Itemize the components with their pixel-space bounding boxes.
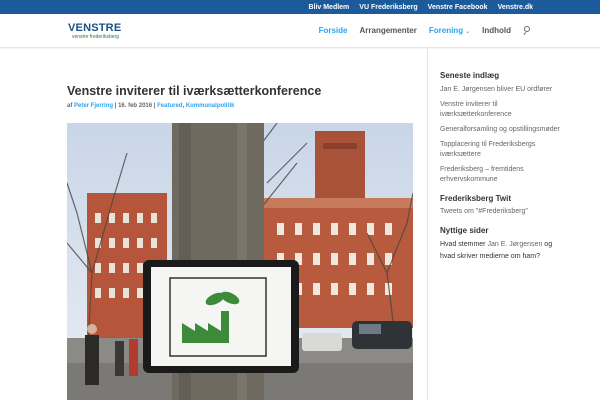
post-meta: af Peter Fjerring | 16. feb 2016 | Featu… bbox=[67, 103, 234, 109]
useful-pages-line1: Hvad stemmer bbox=[440, 241, 486, 248]
site-logo[interactable]: VENSTRE venstre frederiksberg bbox=[68, 22, 122, 41]
category-link-kommunalpolitik[interactable]: Kommunalpolitik bbox=[186, 103, 235, 109]
top-links: Bliv Medlem VU Frederiksberg Venstre Fac… bbox=[308, 0, 533, 14]
nav-forening[interactable]: Forening ⌄ bbox=[429, 26, 470, 35]
meta-comma: , bbox=[182, 103, 185, 109]
link-bliv-medlem[interactable]: Bliv Medlem bbox=[308, 4, 349, 11]
link-venstre-dk[interactable]: Venstre.dk bbox=[498, 4, 533, 11]
recent-post-link[interactable]: Topplacering til Frederiksbergs iværksæt… bbox=[440, 140, 560, 160]
featured-image bbox=[67, 123, 413, 400]
recent-post-link[interactable]: Venstre inviterer til iværksætterkonfere… bbox=[440, 100, 560, 120]
link-venstre-facebook[interactable]: Venstre Facebook bbox=[428, 4, 488, 11]
category-link-featured[interactable]: Featured bbox=[157, 103, 182, 109]
site-header: VENSTRE venstre frederiksberg Forside Ar… bbox=[0, 14, 600, 48]
meta-separator: | bbox=[153, 103, 156, 109]
twitter-widget-text[interactable]: Tweets om "#Frederiksberg" bbox=[440, 207, 560, 217]
nav-arrangementer[interactable]: Arrangementer bbox=[360, 26, 417, 35]
post-title[interactable]: Venstre inviterer til iværksætterkonfere… bbox=[67, 84, 321, 98]
meta-prefix: af bbox=[67, 103, 73, 109]
useful-pages-link[interactable]: Jan E. Jørgensen bbox=[487, 241, 542, 248]
twitter-widget: Frederiksberg Twit Tweets om "#Frederiks… bbox=[440, 193, 560, 217]
recent-posts-widget: Seneste indlæg Jan E. Jørgensen bliver E… bbox=[440, 70, 560, 185]
main-nav: Forside Arrangementer Forening ⌄ Indhold bbox=[319, 26, 532, 36]
useful-pages-text: Hvad stemmer Jan E. Jørgensen og hvad sk… bbox=[440, 239, 560, 263]
twitter-widget-title: Frederiksberg Twit bbox=[440, 194, 511, 203]
nav-forening-label: Forening bbox=[428, 26, 464, 35]
top-bar: Bliv Medlem VU Frederiksberg Venstre Fac… bbox=[0, 0, 600, 14]
link-vu-frederiksberg[interactable]: VU Frederiksberg bbox=[359, 4, 417, 11]
nav-indhold[interactable]: Indhold bbox=[482, 26, 511, 35]
author-link[interactable]: Peter Fjerring bbox=[74, 103, 113, 109]
useful-pages-widget: Nyttige sider Hvad stemmer Jan E. Jørgen… bbox=[440, 225, 560, 263]
logo-subtitle: venstre frederiksberg bbox=[72, 34, 119, 40]
recent-post-link[interactable]: Generalforsamling og opstillingsmøder bbox=[440, 125, 560, 135]
chevron-down-icon: ⌄ bbox=[465, 29, 471, 35]
meta-separator: | bbox=[114, 103, 117, 109]
content-divider bbox=[427, 48, 428, 400]
post-date: 16. feb 2016 bbox=[118, 103, 153, 109]
recent-post-link[interactable]: Frederiksberg – fremtidens erhvervskommu… bbox=[440, 165, 560, 185]
useful-pages-title: Nyttige sider bbox=[440, 226, 489, 235]
sidebar: Seneste indlæg Jan E. Jørgensen bliver E… bbox=[440, 70, 560, 263]
logo-title: VENSTRE bbox=[68, 22, 122, 34]
search-icon[interactable] bbox=[523, 26, 532, 36]
nav-forside[interactable]: Forside bbox=[319, 26, 348, 35]
recent-posts-title: Seneste indlæg bbox=[440, 71, 500, 80]
recent-post-link[interactable]: Jan E. Jørgensen bliver EU ordfører bbox=[440, 85, 560, 95]
